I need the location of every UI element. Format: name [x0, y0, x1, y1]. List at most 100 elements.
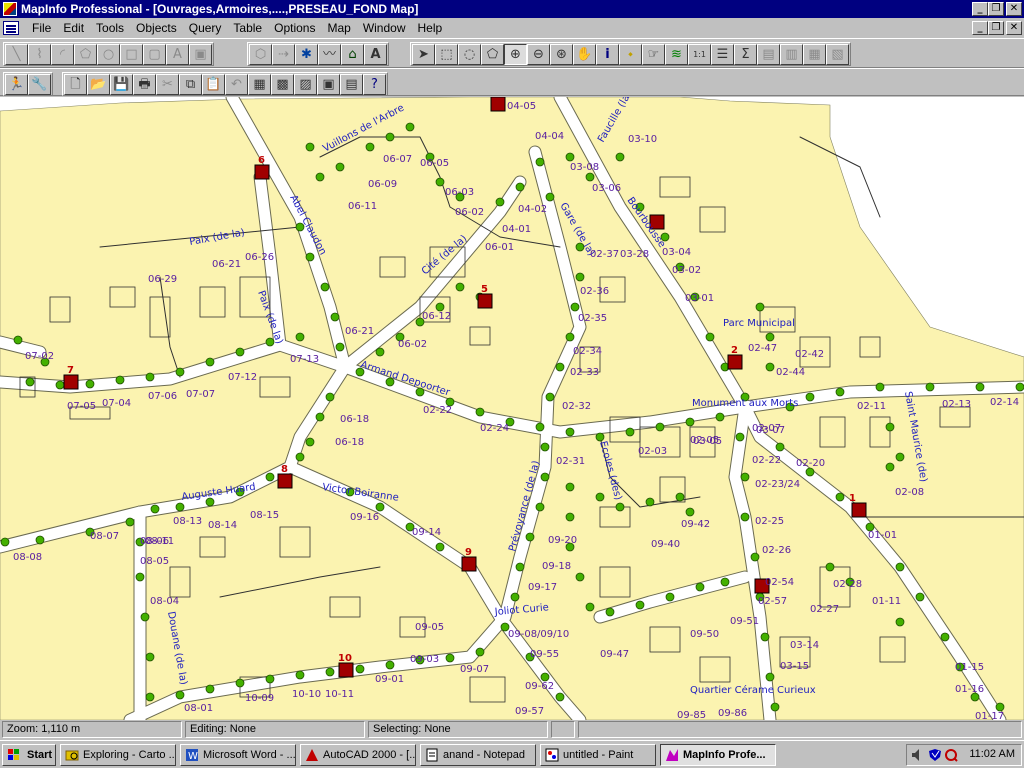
text-icon[interactable]: A	[166, 44, 189, 65]
task-exploring[interactable]: Exploring - Carto ...	[60, 744, 176, 766]
copy-icon[interactable]: ⧉	[179, 74, 202, 95]
hotlink-icon[interactable]: ▥	[780, 44, 803, 65]
arc-icon[interactable]: ◜	[51, 44, 74, 65]
svg-text:08-06: 08-06	[140, 536, 169, 547]
menu-tools[interactable]: Tools	[90, 21, 130, 35]
doc-close-button[interactable]: ✕	[1006, 21, 1022, 35]
region-style-icon[interactable]: ⌂	[341, 44, 364, 65]
redistrict-icon[interactable]: ▧	[826, 44, 849, 65]
grabber-icon[interactable]: ✋	[573, 44, 596, 65]
open-table-icon[interactable]: 📂	[87, 74, 110, 95]
thematic-icon[interactable]: ▤	[757, 44, 780, 65]
map-window[interactable]: 1 2 5 6 7 8 9 10 Vuillons de l'Arbre Pai…	[0, 97, 1024, 720]
svg-text:06-05: 06-05	[420, 158, 449, 169]
task-notepad[interactable]: anand - Notepad	[420, 744, 536, 766]
undo-icon[interactable]: ↶	[225, 74, 248, 95]
new-layout-icon[interactable]: ▣	[317, 74, 340, 95]
new-mapper-icon[interactable]: ▩	[271, 74, 294, 95]
armoire-number-1: 1	[849, 493, 856, 504]
new-table-icon[interactable]: 🗋	[64, 74, 87, 95]
paste-icon[interactable]: 📋	[202, 74, 225, 95]
document-window-icon[interactable]	[3, 21, 19, 35]
volume-icon[interactable]	[911, 748, 924, 762]
clip-icon[interactable]: ▦	[803, 44, 826, 65]
label-icon[interactable]: ⬩	[619, 44, 642, 65]
polyline-icon[interactable]: ⌇	[28, 44, 51, 65]
line-style-icon[interactable]: 〰	[318, 44, 341, 65]
rounded-rect-icon[interactable]: ▢	[143, 44, 166, 65]
reshape-icon[interactable]: ⬡	[249, 44, 272, 65]
drawing-toolbar: ╲ ⌇ ◜ ⬠ ○ □ ▢ A ▣	[3, 42, 214, 66]
rectangle-icon[interactable]: □	[120, 44, 143, 65]
minimize-button[interactable]: _	[972, 2, 988, 16]
tool-manager-icon[interactable]: 🔧	[28, 74, 51, 95]
svg-text:09-55: 09-55	[530, 649, 559, 660]
network-monitor-icon[interactable]	[945, 748, 958, 762]
select-icon[interactable]: ➤	[412, 44, 435, 65]
new-grapher-icon[interactable]: ▨	[294, 74, 317, 95]
taskbar-clock[interactable]: 11:02 AM	[969, 748, 1015, 760]
help-icon[interactable]: ?	[363, 74, 386, 95]
drag-window-icon[interactable]: ☞	[642, 44, 665, 65]
svg-text:09-40: 09-40	[651, 539, 680, 550]
zoom-in-icon[interactable]: ⊕	[504, 44, 527, 65]
ellipse-icon[interactable]: ○	[97, 44, 120, 65]
line-icon[interactable]: ╲	[5, 44, 28, 65]
menu-edit[interactable]: Edit	[57, 21, 90, 35]
symbol-style-icon[interactable]: ✱	[295, 44, 318, 65]
ruler-icon[interactable]: 1:1	[688, 44, 711, 65]
add-node-icon[interactable]: ⇢	[272, 44, 295, 65]
svg-text:06-29: 06-29	[148, 274, 177, 285]
info-icon[interactable]: i	[596, 44, 619, 65]
map-canvas[interactable]: 1 2 5 6 7 8 9 10 Vuillons de l'Arbre Pai…	[0, 97, 1024, 720]
new-redistrict-icon[interactable]: ▤	[340, 74, 363, 95]
radius-select-icon[interactable]: ◌	[458, 44, 481, 65]
close-button[interactable]: ✕	[1006, 2, 1022, 16]
task-paint[interactable]: untitled - Paint	[540, 744, 656, 766]
task-word[interactable]: W Microsoft Word - ...	[180, 744, 296, 766]
menu-map[interactable]: Map	[321, 21, 356, 35]
svg-text:09-18: 09-18	[542, 561, 571, 572]
svg-text:03-08: 03-08	[570, 162, 599, 173]
start-button[interactable]: Start	[2, 744, 56, 766]
menu-help[interactable]: Help	[412, 21, 449, 35]
selecting-status[interactable]: Selecting: None	[368, 721, 548, 738]
cut-icon[interactable]: ✂	[156, 74, 179, 95]
menu-objects[interactable]: Objects	[130, 21, 183, 35]
svg-text:09-17: 09-17	[528, 582, 557, 593]
doc-restore-button[interactable]: ❐	[988, 21, 1004, 35]
mapinfo-icon	[666, 749, 678, 761]
doc-minimize-button[interactable]: _	[972, 21, 988, 35]
polygon-select-icon[interactable]: ⬠	[481, 44, 504, 65]
menu-window[interactable]: Window	[357, 21, 412, 35]
text-style-icon[interactable]: A	[364, 44, 387, 65]
layer-control-icon[interactable]: ≋	[665, 44, 688, 65]
frame-icon[interactable]: ▣	[189, 44, 212, 65]
menu-query[interactable]: Query	[183, 21, 228, 35]
svg-text:02-22: 02-22	[752, 455, 781, 466]
new-browser-icon[interactable]: ▦	[248, 74, 271, 95]
statistics-icon[interactable]: Σ	[734, 44, 757, 65]
maximize-button[interactable]: ❐	[988, 2, 1004, 16]
mapinfo-app-icon[interactable]	[3, 2, 17, 16]
svg-text:03-02: 03-02	[672, 265, 701, 276]
editing-status[interactable]: Editing: None	[185, 721, 365, 738]
change-view-icon[interactable]: ⊛	[550, 44, 573, 65]
zoom-status[interactable]: Zoom: 1,110 m	[2, 721, 182, 738]
menu-file[interactable]: File	[26, 21, 57, 35]
legend-icon[interactable]: ☰	[711, 44, 734, 65]
run-mapbasic-icon[interactable]: 🏃	[5, 74, 28, 95]
task-mapinfo[interactable]: MapInfo Profe...	[660, 744, 776, 766]
marquee-select-icon[interactable]: ⬚	[435, 44, 458, 65]
antivirus-shield-icon[interactable]	[929, 748, 942, 762]
menu-table[interactable]: Table	[227, 21, 268, 35]
task-autocad[interactable]: AutoCAD 2000 - [...	[300, 744, 416, 766]
svg-text:08-14: 08-14	[208, 520, 237, 531]
svg-text:03-04: 03-04	[662, 247, 691, 258]
polygon-icon[interactable]: ⬠	[74, 44, 97, 65]
zoom-out-icon[interactable]: ⊖	[527, 44, 550, 65]
print-icon[interactable]: 🖶	[133, 74, 156, 95]
save-table-icon[interactable]: 💾	[110, 74, 133, 95]
svg-text:01-17: 01-17	[975, 711, 1004, 720]
menu-options[interactable]: Options	[268, 21, 321, 35]
